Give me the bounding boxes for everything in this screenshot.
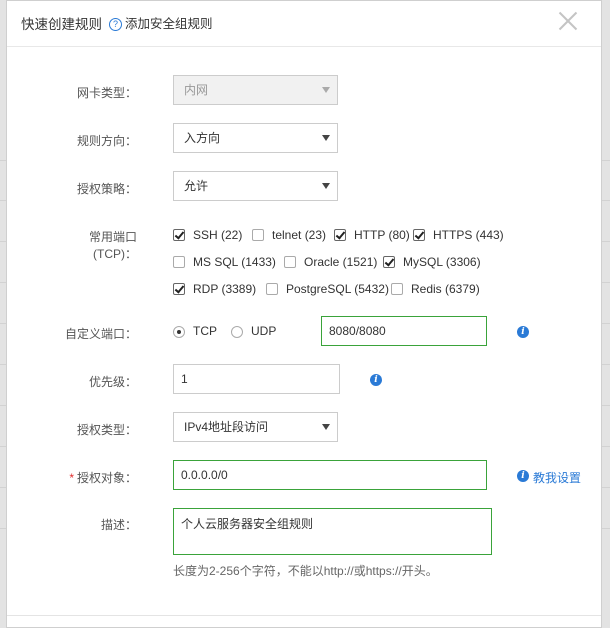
- required-mark: *: [69, 471, 74, 485]
- port-checkbox-oracle[interactable]: [284, 256, 296, 268]
- chevron-down-icon: [322, 424, 330, 430]
- direction-select[interactable]: 入方向: [173, 123, 338, 153]
- help-link-label: 添加安全组规则: [125, 17, 213, 31]
- direction-value: 入方向: [184, 131, 221, 145]
- port-checkbox-telnet[interactable]: [252, 229, 264, 241]
- direction-label: 规则方向：: [76, 134, 137, 148]
- port-checkbox-postgresql[interactable]: [266, 283, 278, 295]
- common-ports-row-1: SSH (22) telnet (23) HTTP (80) HTTPS (44…: [173, 228, 513, 245]
- auth-type-label: 授权类型：: [76, 423, 137, 437]
- chevron-down-icon: [322, 135, 330, 141]
- port-checkbox-redis[interactable]: [391, 283, 403, 295]
- chevron-down-icon: [322, 87, 330, 93]
- tcp-radio-label: TCP: [193, 324, 217, 338]
- dialog-title: 快速创建规则: [21, 17, 102, 32]
- port-label-rdp: RDP (3389): [193, 282, 257, 296]
- common-ports-row-3: RDP (3389) PostgreSQL (5432) Redis (6379…: [173, 282, 513, 299]
- nic-type-label: 网卡类型：: [76, 86, 137, 100]
- auth-object-info-icon: i: [517, 470, 529, 482]
- priority-input[interactable]: 1: [173, 364, 340, 394]
- priority-info-icon[interactable]: i: [370, 374, 382, 386]
- add-security-group-rule-link[interactable]: ? 添加安全组规则: [109, 13, 213, 32]
- policy-select[interactable]: 允许: [173, 171, 338, 201]
- auth-object-input[interactable]: 0.0.0.0/0: [173, 460, 487, 490]
- auth-object-label: * 授权对象：: [47, 469, 137, 486]
- nic-type-value: 内网: [184, 83, 209, 97]
- common-ports-row-2: MS SQL (1433) Oracle (1521) MySQL (3306): [173, 255, 513, 272]
- udp-radio[interactable]: [231, 326, 243, 338]
- custom-port-label: 自定义端口：: [64, 327, 137, 341]
- port-checkbox-http[interactable]: [334, 229, 346, 241]
- port-checkbox-rdp[interactable]: [173, 283, 185, 295]
- port-label-http: HTTP (80): [354, 228, 410, 242]
- close-icon[interactable]: [557, 9, 579, 31]
- udp-radio-label: UDP: [251, 324, 277, 338]
- port-checkbox-mysql[interactable]: [383, 256, 395, 268]
- nic-type-select: 内网: [173, 75, 338, 105]
- port-checkbox-ssh[interactable]: [173, 229, 185, 241]
- custom-port-info-icon[interactable]: i: [517, 326, 529, 338]
- tcp-radio[interactable]: [173, 326, 185, 338]
- port-label-telnet: telnet (23): [272, 228, 327, 242]
- port-label-mssql: MS SQL (1433): [193, 255, 276, 269]
- port-checkbox-https[interactable]: [413, 229, 425, 241]
- port-label-https: HTTPS (443): [433, 228, 504, 242]
- description-label: 描述：: [100, 518, 137, 532]
- priority-label: 优先级：: [88, 375, 137, 389]
- tutorial-link[interactable]: 教我设置: [533, 469, 581, 486]
- policy-value: 允许: [184, 179, 209, 193]
- auth-object-label-text: 授权对象：: [76, 471, 137, 485]
- port-label-postgresql: PostgreSQL (5432): [286, 282, 389, 296]
- common-ports-label: 常用端口(TCP)：: [88, 230, 137, 261]
- port-label-redis: Redis (6379): [411, 282, 480, 296]
- port-label-oracle: Oracle (1521): [304, 255, 378, 269]
- description-hint: 长度为2-256个字符，不能以http://或https://开头。: [173, 564, 438, 578]
- policy-label: 授权策略：: [76, 182, 137, 196]
- help-icon: ?: [109, 18, 122, 31]
- quick-create-rule-dialog: 快速创建规则 ? 添加安全组规则 网卡类型： 内网 规则方向： 入方向 授权策略：…: [6, 0, 602, 628]
- port-label-ssh: SSH (22): [193, 228, 243, 242]
- description-textarea[interactable]: 个人云服务器安全组规则: [173, 508, 492, 555]
- footer-divider: [7, 615, 601, 616]
- auth-type-select[interactable]: IPv4地址段访问: [173, 412, 338, 442]
- dialog-header: 快速创建规则 ? 添加安全组规则: [7, 1, 601, 47]
- chevron-down-icon: [322, 183, 330, 189]
- custom-port-input[interactable]: 8080/8080: [321, 316, 487, 346]
- auth-type-value: IPv4地址段访问: [184, 420, 269, 434]
- port-label-mysql: MySQL (3306): [403, 255, 481, 269]
- port-checkbox-mssql[interactable]: [173, 256, 185, 268]
